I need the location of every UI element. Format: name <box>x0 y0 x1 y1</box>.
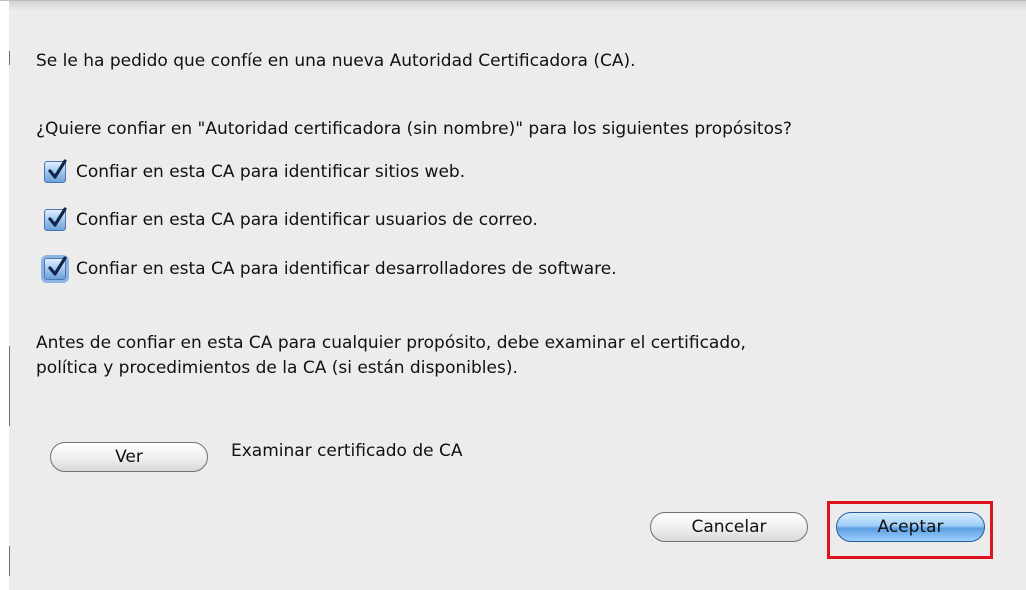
trust-ca-dialog: Se le ha pedido que confíe en una nueva … <box>0 0 1026 590</box>
option-software-developers[interactable]: Confiar en esta CA para identificar desa… <box>44 255 617 283</box>
cancel-button[interactable]: Cancelar <box>650 512 808 542</box>
option-software-developers-label: Confiar en esta CA para identificar desa… <box>76 259 617 279</box>
window-edge-mark <box>9 51 10 65</box>
window-edge-mark <box>9 346 10 426</box>
view-description: Examinar certificado de CA <box>231 441 463 461</box>
option-email-users[interactable]: Confiar en esta CA para identificar usua… <box>44 206 538 234</box>
option-email-users-label: Confiar en esta CA para identificar usua… <box>76 210 538 230</box>
view-button[interactable]: Ver <box>50 442 208 472</box>
question-text: ¿Quiere confiar en "Autoridad certificad… <box>36 119 792 139</box>
intro-text: Se le ha pedido que confíe en una nueva … <box>36 51 636 71</box>
warning-line-2: política y procedimientos de la CA (si e… <box>36 358 518 378</box>
dialog-top-shadow <box>0 1 1026 11</box>
checkmark-icon <box>48 207 67 227</box>
option-websites[interactable]: Confiar en esta CA para identificar siti… <box>44 158 465 186</box>
warning-text: Antes de confiar en esta CA para cualqui… <box>36 331 746 381</box>
option-websites-label: Confiar en esta CA para identificar siti… <box>76 162 466 182</box>
window-left-edge <box>0 1 9 590</box>
window-edge-mark <box>9 546 10 576</box>
warning-line-1: Antes de confiar en esta CA para cualqui… <box>36 333 746 353</box>
checkbox-websites[interactable] <box>44 159 67 183</box>
checkmark-icon <box>48 159 67 179</box>
checkbox-email-users[interactable] <box>44 207 67 231</box>
checkmark-icon <box>48 256 67 276</box>
checkbox-software-developers[interactable] <box>44 256 67 280</box>
accept-button-highlight <box>827 501 993 559</box>
